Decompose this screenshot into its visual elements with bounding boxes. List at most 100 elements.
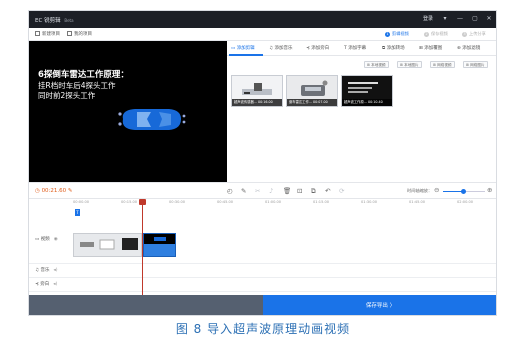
car-image [118,109,186,130]
minimize-button[interactable]: — [455,14,465,24]
playhead-handle[interactable] [139,199,146,205]
preview-text: 6探倒车雷达工作原理： 挂R档时车后4探头工作 同时前2探头工作 [38,70,188,101]
text-slide-image [348,82,378,93]
timeline-toolbar: ◷ 00:21.60 ✎ ◴ ✎ ✂ ♪ 🗑 ⊡ ⧉ ↶ ⟳ 时间轴缩放： ⊖ … [29,182,496,199]
step-share[interactable]: 3 上传分享 [462,31,486,37]
speaker-icon[interactable]: ◂) [53,268,57,273]
undo-icon[interactable]: ↶ [325,187,330,195]
tab-label: 添加字幕 [348,46,367,51]
track-name: 视频 [40,237,50,242]
clip-thumbnail[interactable]: 超声波传感器... 00:16.00 [231,75,283,107]
maximize-button[interactable]: ▢ [470,14,480,24]
zoom-label: 时间轴缩放： [407,188,433,193]
timeline-clip-selected[interactable] [143,233,176,257]
save-export-button[interactable]: 保存导出 〉 [263,295,496,315]
my-projects-button[interactable]: 我的项目 [67,31,92,37]
tab-label: 添加旁白 [311,46,330,51]
new-project-button[interactable]: 新建项目 [35,31,60,37]
speed-icon[interactable]: ◴ [227,187,233,195]
step-number: 3 [462,32,467,37]
clock-icon: ◷ [35,188,40,194]
track-name: 旁白 [40,282,50,287]
ruler-tick: 01:30.00 [361,200,378,204]
clip-caption: 超声波传感器... 00:16.00 [232,99,282,106]
video-preview[interactable]: 6探倒车雷达工作原理： 挂R档时车后4探头工作 同时前2探头工作 00:21.6… [29,41,227,212]
timeline-tracks: T ▭ 视频 ◉ ♫ 音乐 ◂) ⊰ 旁白 ◂) [29,209,496,295]
video-track: ▭ 视频 ◉ [29,217,496,264]
local-image-button[interactable]: ⊞ 本地图片 [397,61,422,68]
ruler-tick: 01:15.00 [313,200,330,204]
ruler-tick: 00:45.00 [217,200,234,204]
zoom-in-icon[interactable]: ⊕ [487,186,492,194]
step-label: 剪辑视频 [392,31,409,36]
clip-caption: 超声波工作原... 00:10.40 [342,99,392,106]
current-time-value: 00:21.60 [41,188,67,194]
sensor-image [242,83,272,95]
copy-icon[interactable]: ⧉ [311,187,316,196]
pen-icon[interactable]: ✎ [241,187,246,195]
ruler-tick: 01:45.00 [409,200,426,204]
login-link[interactable]: 登录 [423,15,433,22]
step-number: 1 [385,32,390,37]
clip-frames-image [144,234,175,244]
web-image-button[interactable]: ⊞ 网络图片 [463,61,488,68]
tab-label: 添加覆图 [424,46,443,51]
close-button[interactable]: ✕ [484,14,494,24]
scissors-icon[interactable]: ✂ [255,187,260,195]
button-label: 本地图片 [404,63,419,67]
ruler-tick: 02:00.00 [457,200,474,204]
figure-caption: 图 8 导入超声波原理动画视频 [175,322,351,336]
tab-add-music[interactable]: ♫ 添加音乐 [269,45,292,51]
edit-time-icon[interactable]: ✎ [68,188,73,194]
tab-add-subtitle[interactable]: T 添加字幕 [344,45,366,51]
speaker-icon[interactable]: ◂) [53,282,57,287]
menu-dropdown-icon[interactable]: ▾ [440,14,450,24]
clip-thumbnail[interactable]: 超声波工作原... 00:10.40 [341,75,393,107]
voiceover-track-label: ⊰ 旁白 ◂) [35,282,58,287]
save-bar: 保存导出 〉 [29,295,496,315]
zoom-slider-handle[interactable] [461,189,466,194]
step-edit[interactable]: 1 剪辑视频 [385,31,409,37]
track-name: 音乐 [40,268,50,273]
tab-add-overlay[interactable]: ⊞ 添加覆图 [419,45,442,51]
ruler-tick: 00:30.00 [169,200,186,204]
rotate-icon[interactable]: ⟳ [339,187,344,195]
step-save[interactable]: 2 保存视频 [424,31,448,37]
tab-add-transition[interactable]: ⧉ 添加转场 [382,45,405,51]
title-bar: EC 锐剪辑 Beta 登录 ▾ — ▢ ✕ [29,11,496,28]
bell-icon[interactable]: ♪ [269,187,273,195]
tab-label: 添加音乐 [274,46,293,51]
car-rear-image [301,80,328,96]
clip-thumbnail[interactable]: 倒车雷达工作... 00:07.00 [286,75,338,107]
tab-add-clip[interactable]: ▭ 添加剪辑 [231,45,255,51]
media-tabs: ▭ 添加剪辑 ♫ 添加音乐 ⊰ 添加旁白 T 添加字幕 ⧉ 添加转场 ⊞ 添加覆… [227,41,496,56]
tab-add-voiceover[interactable]: ⊰ 添加旁白 [306,45,329,51]
step-label: 上传分享 [469,31,486,36]
button-label: 网络图片 [470,63,485,67]
tab-label: 添加转场 [386,46,405,51]
clip-caption: 倒车雷达工作... 00:07.00 [287,99,337,106]
app-window: EC 锐剪辑 Beta 登录 ▾ — ▢ ✕ 新建项目 我的项目 1 剪辑视频 2… [28,10,497,316]
local-video-button[interactable]: ⊞ 本地视频 [364,61,389,68]
app-title: EC 锐剪辑 Beta [35,16,74,24]
timeline-clip[interactable] [73,233,142,257]
button-label: 网络视频 [437,63,452,67]
ruler-tick: 00:00.00 [73,200,90,204]
my-projects-label: 我的项目 [74,32,92,37]
step-number: 2 [424,32,429,37]
zoom-out-icon[interactable]: ⊖ [434,186,439,194]
tab-add-filter[interactable]: ⊛ 添加滤镜 [457,45,480,51]
preview-line-1: 挂R档时车后4探头工作 [38,81,116,90]
menu-bar: 新建项目 我的项目 1 剪辑视频 2 保存视频 3 上传分享 [29,28,496,41]
trash-icon[interactable]: 🗑 [283,187,291,195]
beta-badge: Beta [64,18,74,23]
eye-icon[interactable]: ◉ [54,237,58,242]
new-project-label: 新建项目 [42,32,60,37]
time-ruler: 00:00.00 00:15.00 00:30.00 00:45.00 01:0… [29,199,496,209]
step-label: 保存视频 [431,31,448,36]
preview-line-2: 同时前2探头工作 [38,91,96,100]
ruler-tick: 01:00.00 [265,200,282,204]
subtitle-marker[interactable]: T [75,209,80,216]
web-video-button[interactable]: ⊞ 网络视频 [430,61,455,68]
crop-icon[interactable]: ⊡ [297,187,302,195]
